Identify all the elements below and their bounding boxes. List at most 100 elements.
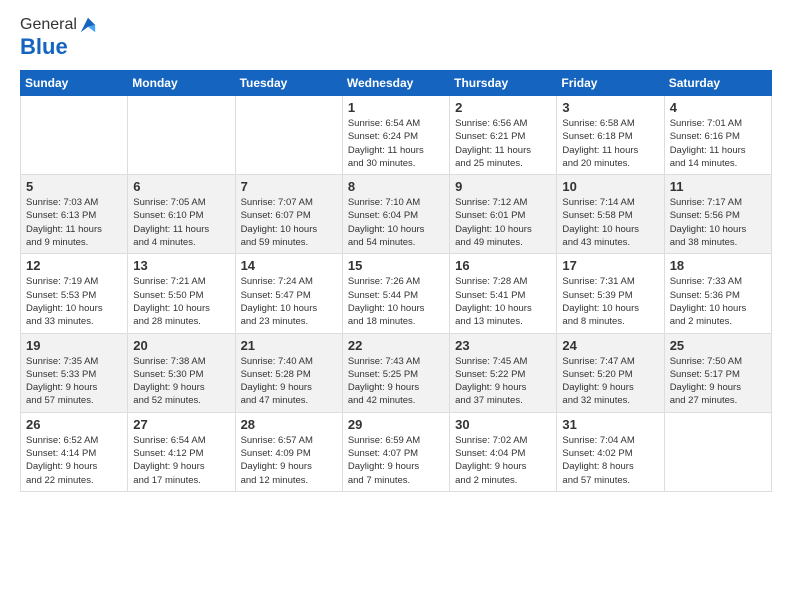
day-number: 21 <box>241 338 337 353</box>
calendar-week-2: 5 Sunrise: 7:03 AMSunset: 6:13 PMDaylight… <box>21 175 772 254</box>
day-number: 15 <box>348 258 444 273</box>
day-info: Sunrise: 6:57 AMSunset: 4:09 PMDaylight:… <box>241 434 337 487</box>
calendar-cell: 30 Sunrise: 7:02 AMSunset: 4:04 PMDayligh… <box>450 412 557 491</box>
calendar-cell: 24 Sunrise: 7:47 AMSunset: 5:20 PMDayligh… <box>557 333 664 412</box>
day-number: 17 <box>562 258 658 273</box>
day-info: Sunrise: 6:54 AMSunset: 6:24 PMDaylight:… <box>348 117 444 170</box>
day-info: Sunrise: 7:19 AMSunset: 5:53 PMDaylight:… <box>26 275 122 328</box>
day-info: Sunrise: 6:54 AMSunset: 4:12 PMDaylight:… <box>133 434 229 487</box>
calendar-body: 1 Sunrise: 6:54 AMSunset: 6:24 PMDaylight… <box>21 96 772 492</box>
day-info: Sunrise: 7:03 AMSunset: 6:13 PMDaylight:… <box>26 196 122 249</box>
day-number: 30 <box>455 417 551 432</box>
calendar-cell <box>664 412 771 491</box>
calendar-cell: 5 Sunrise: 7:03 AMSunset: 6:13 PMDaylight… <box>21 175 128 254</box>
day-info: Sunrise: 6:52 AMSunset: 4:14 PMDaylight:… <box>26 434 122 487</box>
day-number: 6 <box>133 179 229 194</box>
calendar-cell: 23 Sunrise: 7:45 AMSunset: 5:22 PMDayligh… <box>450 333 557 412</box>
calendar-week-1: 1 Sunrise: 6:54 AMSunset: 6:24 PMDaylight… <box>21 96 772 175</box>
day-info: Sunrise: 7:04 AMSunset: 4:02 PMDaylight:… <box>562 434 658 487</box>
day-number: 5 <box>26 179 122 194</box>
calendar-cell: 8Sunrise: 7:10 AMSunset: 6:04 PMDaylight… <box>342 175 449 254</box>
calendar-cell: 17 Sunrise: 7:31 AMSunset: 5:39 PMDayligh… <box>557 254 664 333</box>
day-number: 28 <box>241 417 337 432</box>
day-number: 11 <box>670 179 766 194</box>
day-info: Sunrise: 7:31 AMSunset: 5:39 PMDaylight:… <box>562 275 658 328</box>
weekday-header-tuesday: Tuesday <box>235 71 342 96</box>
calendar-cell: 10 Sunrise: 7:14 AMSunset: 5:58 PMDayligh… <box>557 175 664 254</box>
day-info: Sunrise: 7:17 AMSunset: 5:56 PMDaylight:… <box>670 196 766 249</box>
day-info: Sunrise: 7:24 AMSunset: 5:47 PMDaylight:… <box>241 275 337 328</box>
calendar-cell: 3Sunrise: 6:58 AMSunset: 6:18 PMDaylight… <box>557 96 664 175</box>
calendar-cell: 14 Sunrise: 7:24 AMSunset: 5:47 PMDayligh… <box>235 254 342 333</box>
day-number: 1 <box>348 100 444 115</box>
day-number: 4 <box>670 100 766 115</box>
day-info: Sunrise: 6:56 AMSunset: 6:21 PMDaylight:… <box>455 117 551 170</box>
calendar-cell: 28 Sunrise: 6:57 AMSunset: 4:09 PMDayligh… <box>235 412 342 491</box>
day-info: Sunrise: 7:21 AMSunset: 5:50 PMDaylight:… <box>133 275 229 328</box>
weekday-header-friday: Friday <box>557 71 664 96</box>
calendar-cell: 12 Sunrise: 7:19 AMSunset: 5:53 PMDayligh… <box>21 254 128 333</box>
calendar-cell: 25 Sunrise: 7:50 AMSunset: 5:17 PMDayligh… <box>664 333 771 412</box>
calendar-cell: 11 Sunrise: 7:17 AMSunset: 5:56 PMDayligh… <box>664 175 771 254</box>
logo-blue-text: Blue <box>20 34 97 60</box>
day-number: 29 <box>348 417 444 432</box>
calendar-cell: 27 Sunrise: 6:54 AMSunset: 4:12 PMDayligh… <box>128 412 235 491</box>
calendar-cell: 13 Sunrise: 7:21 AMSunset: 5:50 PMDayligh… <box>128 254 235 333</box>
day-info: Sunrise: 7:14 AMSunset: 5:58 PMDaylight:… <box>562 196 658 249</box>
calendar-week-3: 12 Sunrise: 7:19 AMSunset: 5:53 PMDayligh… <box>21 254 772 333</box>
day-info: Sunrise: 7:45 AMSunset: 5:22 PMDaylight:… <box>455 355 551 408</box>
calendar-cell: 9Sunrise: 7:12 AMSunset: 6:01 PMDaylight… <box>450 175 557 254</box>
day-number: 12 <box>26 258 122 273</box>
day-info: Sunrise: 7:50 AMSunset: 5:17 PMDaylight:… <box>670 355 766 408</box>
calendar-cell: 19Sunrise: 7:35 AMSunset: 5:33 PMDayligh… <box>21 333 128 412</box>
logo: General Blue <box>20 16 97 60</box>
weekday-row: SundayMondayTuesdayWednesdayThursdayFrid… <box>21 71 772 96</box>
weekday-header-sunday: Sunday <box>21 71 128 96</box>
day-number: 20 <box>133 338 229 353</box>
calendar-cell: 31 Sunrise: 7:04 AMSunset: 4:02 PMDayligh… <box>557 412 664 491</box>
calendar-cell: 20Sunrise: 7:38 AMSunset: 5:30 PMDayligh… <box>128 333 235 412</box>
calendar-cell: 6 Sunrise: 7:05 AMSunset: 6:10 PMDaylight… <box>128 175 235 254</box>
day-info: Sunrise: 7:43 AMSunset: 5:25 PMDaylight:… <box>348 355 444 408</box>
day-number: 14 <box>241 258 337 273</box>
calendar-cell: 1 Sunrise: 6:54 AMSunset: 6:24 PMDaylight… <box>342 96 449 175</box>
day-number: 27 <box>133 417 229 432</box>
calendar-cell: 18Sunrise: 7:33 AMSunset: 5:36 PMDayligh… <box>664 254 771 333</box>
day-info: Sunrise: 7:10 AMSunset: 6:04 PMDaylight:… <box>348 196 444 249</box>
day-number: 3 <box>562 100 658 115</box>
day-info: Sunrise: 7:05 AMSunset: 6:10 PMDaylight:… <box>133 196 229 249</box>
day-info: Sunrise: 7:28 AMSunset: 5:41 PMDaylight:… <box>455 275 551 328</box>
calendar-cell: 15 Sunrise: 7:26 AMSunset: 5:44 PMDayligh… <box>342 254 449 333</box>
weekday-header-monday: Monday <box>128 71 235 96</box>
day-number: 26 <box>26 417 122 432</box>
day-number: 24 <box>562 338 658 353</box>
day-number: 9 <box>455 179 551 194</box>
calendar-cell <box>128 96 235 175</box>
logo-general-text: General <box>20 16 77 34</box>
calendar-cell: 16 Sunrise: 7:28 AMSunset: 5:41 PMDayligh… <box>450 254 557 333</box>
calendar-cell: 7 Sunrise: 7:07 AMSunset: 6:07 PMDaylight… <box>235 175 342 254</box>
day-number: 13 <box>133 258 229 273</box>
day-number: 25 <box>670 338 766 353</box>
day-number: 2 <box>455 100 551 115</box>
day-number: 10 <box>562 179 658 194</box>
day-info: Sunrise: 7:02 AMSunset: 4:04 PMDaylight:… <box>455 434 551 487</box>
day-info: Sunrise: 7:01 AMSunset: 6:16 PMDaylight:… <box>670 117 766 170</box>
day-info: Sunrise: 7:26 AMSunset: 5:44 PMDaylight:… <box>348 275 444 328</box>
calendar: SundayMondayTuesdayWednesdayThursdayFrid… <box>20 70 772 492</box>
day-number: 7 <box>241 179 337 194</box>
day-info: Sunrise: 7:47 AMSunset: 5:20 PMDaylight:… <box>562 355 658 408</box>
calendar-week-4: 19Sunrise: 7:35 AMSunset: 5:33 PMDayligh… <box>21 333 772 412</box>
header: General Blue <box>20 16 772 60</box>
day-info: Sunrise: 7:07 AMSunset: 6:07 PMDaylight:… <box>241 196 337 249</box>
calendar-cell: 2 Sunrise: 6:56 AMSunset: 6:21 PMDaylight… <box>450 96 557 175</box>
day-info: Sunrise: 6:59 AMSunset: 4:07 PMDaylight:… <box>348 434 444 487</box>
day-number: 16 <box>455 258 551 273</box>
day-number: 23 <box>455 338 551 353</box>
weekday-header-thursday: Thursday <box>450 71 557 96</box>
day-info: Sunrise: 7:35 AMSunset: 5:33 PMDaylight:… <box>26 355 122 408</box>
calendar-cell: 22Sunrise: 7:43 AMSunset: 5:25 PMDayligh… <box>342 333 449 412</box>
calendar-cell: 26 Sunrise: 6:52 AMSunset: 4:14 PMDayligh… <box>21 412 128 491</box>
calendar-cell <box>21 96 128 175</box>
day-number: 31 <box>562 417 658 432</box>
